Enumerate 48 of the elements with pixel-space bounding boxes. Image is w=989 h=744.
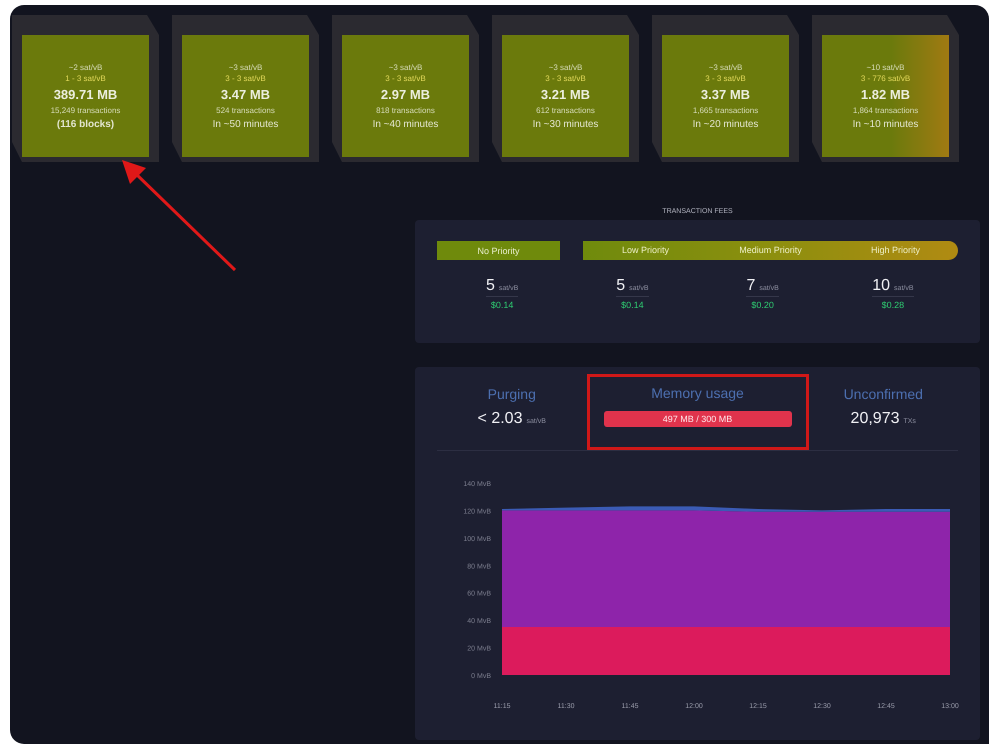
median-fee: ~2 sat/vB — [68, 62, 102, 72]
transaction-count: 15,249 transactions — [50, 106, 120, 114]
fee-usd: $0.28 — [882, 300, 904, 310]
transaction-count: 818 transactions — [376, 106, 435, 114]
block-size: 3.37 MB — [700, 86, 750, 102]
priority-label: Medium Priority — [738, 244, 803, 257]
fee-usd: $0.20 — [751, 300, 774, 310]
block-size: 389.71 MB — [54, 86, 118, 102]
median-fee: ~3 sat/vB — [708, 62, 742, 72]
block-eta: In ~20 minutes — [692, 118, 758, 130]
mempool-block[interactable]: ~3 sat/vB 3 - 3 sat/vB 2.97 MB 818 transactions In ~40 minutes — [332, 15, 479, 162]
priority-bar: No Priority — [437, 241, 560, 260]
stat-label: Memory usage — [651, 385, 744, 401]
block-eta: In ~40 minutes — [372, 118, 438, 130]
priority-label: Low Priority — [620, 244, 670, 257]
fee-range: 1 - 3 sat/vB — [65, 74, 106, 82]
priority-label: High Priority — [870, 244, 921, 257]
block-eta: (116 blocks) — [56, 118, 114, 130]
stat-label: Unconfirmed — [844, 386, 923, 402]
fee-usd: $0.14 — [490, 300, 514, 310]
mempool-block[interactable]: ~3 sat/vB 3 - 3 sat/vB 3.37 MB 1,665 transactions In ~20 minutes — [652, 15, 799, 162]
transaction-count: 524 transactions — [216, 106, 275, 114]
stat-label: Purging — [488, 386, 536, 402]
mempool-block[interactable]: ~10 sat/vB 3 - 776 sat/vB 1.82 MB 1,864 transactions In ~10 minutes — [812, 15, 959, 162]
block-eta: In ~50 minutes — [212, 118, 278, 130]
fee-usd: $0.14 — [621, 300, 644, 310]
block-size: 1.82 MB — [860, 86, 910, 102]
fee-range: 3 - 3 sat/vB — [385, 74, 426, 82]
memory-reading: 497 MB / 300 MB — [662, 413, 734, 426]
transaction-count: 1,665 transactions — [692, 106, 758, 114]
fee-range: 3 - 3 sat/vB — [705, 74, 746, 82]
fee-range: 3 - 776 sat/vB — [860, 74, 910, 82]
mempool-block[interactable]: ~3 sat/vB 3 - 3 sat/vB 3.47 MB 524 transactions In ~50 minutes — [172, 15, 319, 162]
fee-range: 3 - 3 sat/vB — [545, 74, 586, 82]
transaction-count: 1,864 transactions — [852, 106, 918, 114]
median-fee: ~3 sat/vB — [388, 62, 422, 72]
fee-range: 3 - 3 sat/vB — [225, 74, 266, 82]
block-size: 3.21 MB — [540, 86, 590, 102]
transaction-count: 612 transactions — [536, 106, 595, 114]
mempool-block[interactable]: ~2 sat/vB 1 - 3 sat/vB 389.71 MB 15,249 transactions (116 blocks) — [12, 15, 159, 162]
median-fee: ~3 sat/vB — [548, 62, 582, 72]
mempool-block[interactable]: ~3 sat/vB 3 - 3 sat/vB 3.21 MB 612 transactions In ~30 minutes — [492, 15, 639, 162]
median-fee: ~10 sat/vB — [866, 62, 905, 72]
block-size: 2.97 MB — [380, 86, 430, 102]
block-size: 3.47 MB — [220, 86, 270, 102]
block-eta: In ~10 minutes — [852, 118, 918, 130]
median-fee: ~3 sat/vB — [228, 62, 262, 72]
block-eta: In ~30 minutes — [532, 118, 598, 130]
